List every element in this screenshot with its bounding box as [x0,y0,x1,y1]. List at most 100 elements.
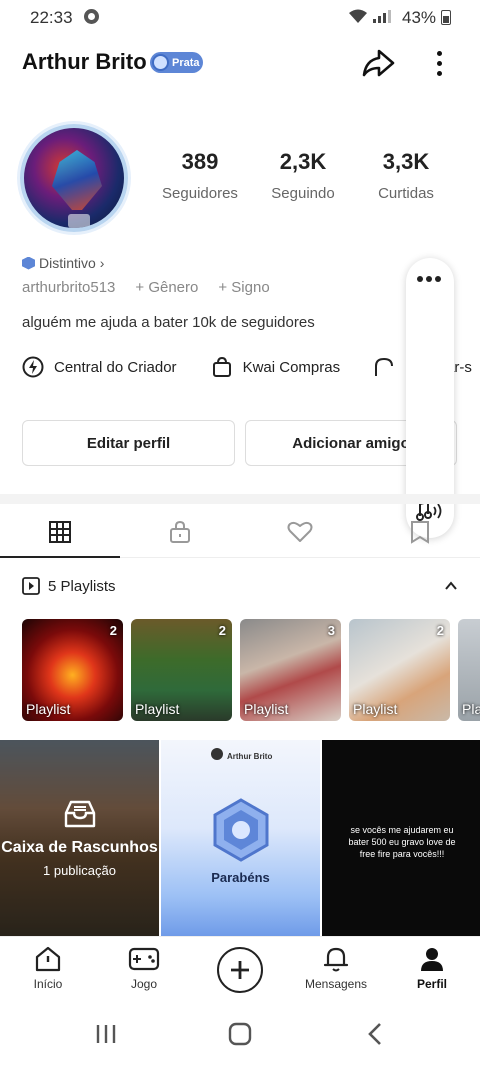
nav-game[interactable]: Jogo [99,945,189,991]
playlist-label: Playlist [26,701,71,717]
playlist-count: 2 [436,623,444,638]
stat-value: 389 [181,149,219,174]
playlist-label: Pla [462,701,480,717]
drafts-box[interactable]: Caixa de Rascunhos 1 publicação [0,740,159,936]
drafts-count: 1 publicação [43,862,116,878]
kwai-shop-label: Kwai Compras [242,358,341,376]
playlist-count: 2 [218,623,226,638]
more-dot-icon [436,60,442,66]
playlist-count: 2 [109,623,117,638]
stat-value: 2,3K [279,149,327,174]
vpn-icon [84,9,99,24]
tab-liked[interactable] [240,506,360,557]
chevron-right-icon: › [99,255,105,271]
nav-profile[interactable]: Perfil [387,945,477,991]
create-post-button[interactable] [217,947,263,993]
system-navigation-bar [0,1008,480,1066]
avatar-video-icon [68,214,90,228]
drafts-title: Caixa de Rascunhos [1,838,158,856]
video-caption: se vocês me ajudarem eu bater 500 eu gra… [348,825,456,859]
playlist-card[interactable]: 2 Playlist [131,619,232,721]
handle: arthurbrito513 [22,279,116,296]
creator-center-link[interactable]: Central do Criador [22,356,177,378]
nav-game-label: Jogo [130,977,158,991]
floating-more-icon[interactable] [417,276,441,282]
playlists-row: 2 Playlist 2 Playlist 3 Playlist 2 Playl… [22,619,480,721]
share-arrow-icon [362,49,395,77]
badge-coin-icon [152,54,169,71]
nav-messages[interactable]: Mensagens [291,945,381,991]
battery-percent: 43% [402,8,437,27]
wifi-icon [349,9,367,23]
quick-links-row: Central do Criador Kwai Compras ar-s [22,356,472,378]
recent-apps-icon[interactable] [94,1023,118,1045]
kwai-shop-link[interactable]: Kwai Compras [211,356,341,378]
playlist-icon [22,577,40,595]
profile-meta-row: arthurbrito513 + Gênero + Signo [22,279,270,296]
bell-icon [323,947,349,972]
playlist-card[interactable]: Pla [458,619,480,721]
stat-label: Curtidas [378,185,434,202]
stat-followers[interactable]: 389 Seguidores [145,149,255,202]
heart-icon [287,521,313,542]
tab-private[interactable] [120,506,240,557]
author-avatar [211,748,223,760]
stat-following[interactable]: 2,3K Seguindo [248,149,358,202]
video-grid: Caixa de Rascunhos 1 publicação Arthur B… [0,740,480,936]
tab-posts[interactable] [0,506,120,558]
badge-label: Prata [172,56,200,69]
drafts-overlay: Caixa de Rascunhos 1 publicação [0,740,159,936]
more-dot-icon [436,70,442,76]
more-options-button[interactable] [428,45,450,81]
share-button[interactable] [360,45,396,81]
nav-home[interactable]: Início [3,945,93,991]
status-bar: 22:33 43% [0,0,480,34]
stat-label: Seguidores [162,185,238,202]
plus-icon [231,961,249,979]
bottom-navigation: Início Jogo Mensagens Perfil [0,936,480,1008]
rank-badge[interactable]: Prata [150,52,203,73]
stat-likes[interactable]: 3,3K Curtidas [351,149,461,202]
grid-icon [49,520,71,543]
battery-icon [441,10,451,25]
bookmark-icon [411,520,429,544]
playlist-card[interactable]: 2 Playlist [22,619,123,721]
tab-collections[interactable] [360,506,480,557]
playlist-label: Playlist [353,701,398,717]
playlists-count: 5 Playlists [48,577,116,595]
badge-emblem-icon [213,798,269,862]
drafts-inbox-icon [64,800,95,827]
profile-name: Arthur Brito [22,49,147,74]
profile-tabs [0,506,480,558]
distintivo-icon [22,256,35,270]
home-system-icon[interactable] [227,1022,253,1046]
stat-value: 3,3K [382,149,430,174]
distintivo-link[interactable]: Distintivo › [22,255,104,271]
playlist-count: 3 [327,623,335,638]
lightning-icon [22,356,44,378]
avatar[interactable] [20,124,128,232]
playlist-label: Playlist [135,701,180,717]
video-thumbnail[interactable]: Arthur Brito Parabéns [161,740,320,936]
status-time: 22:33 [30,8,73,27]
creator-center-label: Central do Criador [54,358,177,376]
back-icon[interactable] [366,1022,384,1046]
signal-icon [373,10,391,23]
more-dot-icon [436,50,442,56]
card-author: Arthur Brito [227,752,273,761]
nav-home-label: Início [33,977,63,991]
add-gender-button[interactable]: + Gênero [135,279,198,296]
shopping-bag-icon [212,356,231,377]
add-sign-button[interactable]: + Signo [218,279,269,296]
lock-icon [170,520,190,543]
video-thumbnail[interactable]: se vocês me ajudarem eu bater 500 eu gra… [322,740,480,936]
playlist-card[interactable]: 3 Playlist [240,619,341,721]
chevron-up-icon[interactable] [444,579,458,593]
edit-profile-button[interactable]: Editar perfil [22,420,235,466]
section-divider [0,494,480,504]
playlist-card[interactable]: 2 Playlist [349,619,450,721]
bio-text: alguém me ajuda a bater 10k de seguidore… [22,314,315,331]
nav-messages-label: Mensagens [304,977,368,991]
avatar-wolf-art [52,150,102,210]
playlists-header[interactable]: 5 Playlists [22,577,116,595]
